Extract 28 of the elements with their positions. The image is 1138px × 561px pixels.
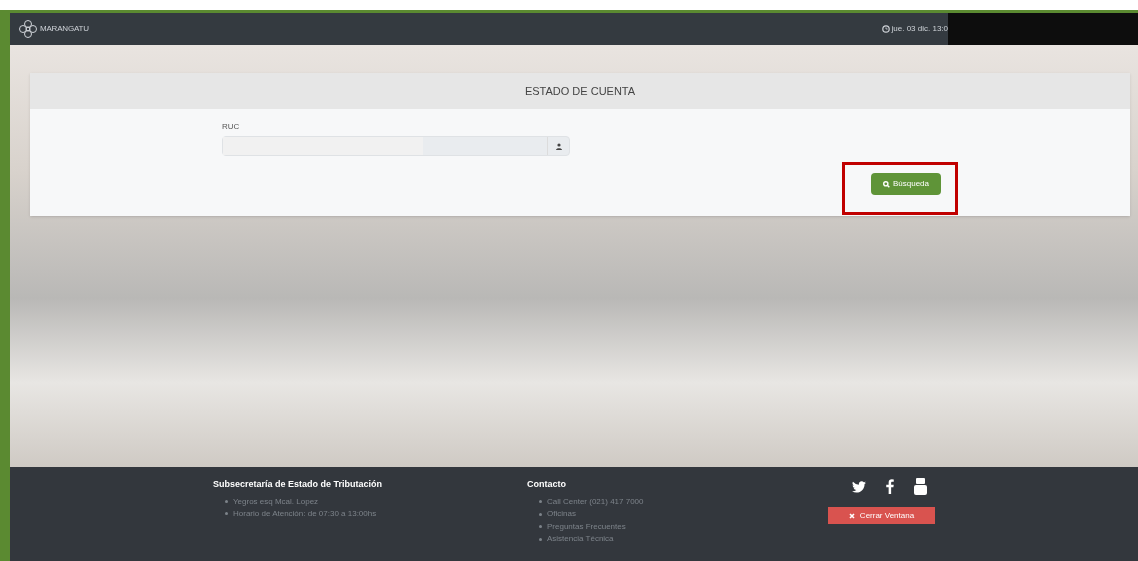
facebook-icon[interactable] [886,479,894,494]
footer-link[interactable]: Preguntas Frecuentes [547,520,626,533]
footer-link[interactable]: Call Center (021) 417 7000 [547,495,644,508]
footer-text: Yegros esq Mcal. Lopez [233,495,319,508]
ruc-input-field[interactable] [222,136,570,156]
field-label: RUC [222,121,241,133]
flower-logo-icon [18,19,38,39]
close-icon [848,512,855,519]
brand-name: MARANGATU [40,23,89,35]
footer-text: Horario de Atención: de 07:30 a 13:00hs [233,507,377,520]
bullet-icon [539,512,542,516]
footer-link[interactable]: Asistencia Técnica [547,533,614,546]
bullet-icon [225,512,228,515]
search-icon [883,180,890,188]
card-title: ESTADO DE CUENTA [524,83,636,99]
bird-icon[interactable] [852,480,866,493]
bullet-icon [539,525,542,529]
footer-heading: Subsecretaría de Estado de Tributación [213,478,384,491]
clock-icon [881,25,890,33]
user-icon [555,142,562,150]
footer-link[interactable]: Oficinas [547,508,576,521]
bullet-icon [539,500,542,504]
close-window-button[interactable]: Cerrar Ventana [828,507,935,524]
search-button[interactable]: Búsqueda [871,173,941,195]
bullet-icon [539,537,542,541]
bullet-icon [225,500,228,503]
footer-heading: Contacto [527,478,567,491]
date-time: jue. 03 dic. 13:0 [891,23,948,35]
